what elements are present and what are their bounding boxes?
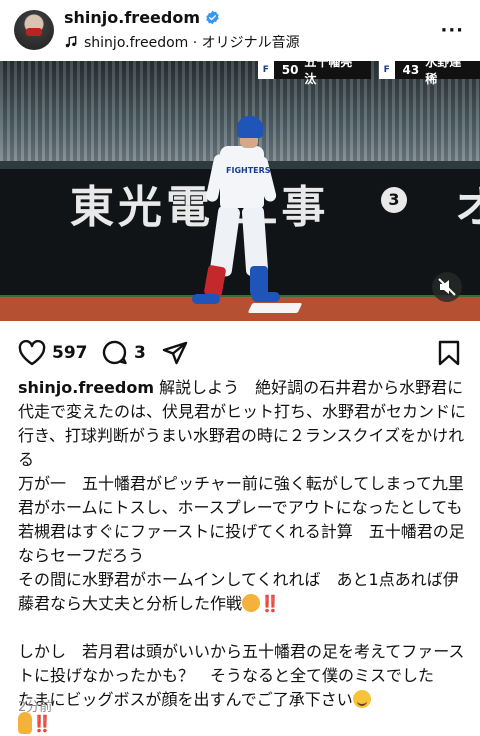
share-button[interactable] [162,341,188,365]
caption-paragraph-4: しかし 若月君は頭がいいから五十幡君の足を考えてファーストに投げなかったかも？ … [18,642,480,709]
comment-button[interactable]: 3 [102,340,146,366]
audio-source-label: shinjo.freedom · オリジナル音源 [84,35,300,51]
wall-advert-right: オ [455,182,480,233]
avatar[interactable] [14,10,54,50]
wall-number: 3 [381,187,407,213]
music-note-icon [65,35,77,48]
caption-paragraph-3: その間に水野君がホームインしてくれれば あと1点あれば伊藤君なら大丈夫と分析した… [18,570,459,613]
team-logo: F [378,61,395,79]
mute-toggle[interactable] [432,272,462,302]
baseball-player: FIGHTERS [192,116,282,316]
comment-count[interactable]: 3 [134,343,146,363]
grinning-face-emoji-icon [352,690,371,708]
fist-emoji-icon [242,594,261,612]
runner1-number: 50 [281,63,299,77]
batting-helmet [237,116,263,138]
post-header: shinjo.freedom shinjo.freedom · オリジナル音源 … [0,0,480,58]
video-player[interactable]: 東光電 工事 3 オ FIGHTERS F 50 五十幡亮汰 F 43 水野達稀 [0,61,480,321]
double-exclamation-emoji: ‼️ [32,714,52,733]
paper-plane-icon [162,341,188,365]
like-button[interactable]: 597 [18,340,88,366]
username[interactable]: shinjo.freedom [64,8,200,27]
caption-username[interactable]: shinjo.freedom [18,378,154,397]
caption-paragraph-2: 万が一 五十幡君がピッチャー前に強く転がしてしまって九里君がホームにトスし、ホー… [18,474,465,565]
username-row[interactable]: shinjo.freedom [64,8,220,27]
runner1-name: 五十幡亮汰 [304,61,353,86]
audio-source-row[interactable]: shinjo.freedom · オリジナル音源 [64,32,300,52]
like-count[interactable]: 597 [52,343,88,363]
post-action-bar: 597 3 [0,336,480,370]
comment-icon [102,340,127,365]
post-caption: shinjo.freedom 解説しよう 絶好調の石井君から水野君に代走で変えた… [18,376,480,736]
uniform-text: FIGHTERS [226,166,271,175]
double-exclamation-emoji: ‼️ [260,594,280,613]
bookmark-icon [438,340,460,366]
more-options-icon[interactable]: ··· [440,20,464,41]
runner2-number: 43 [402,63,420,77]
save-button[interactable] [438,340,460,366]
runner-scorebug: F 50 五十幡亮汰 F 43 水野達稀 [258,61,480,86]
post-timestamp: 2分前 [18,700,53,715]
heart-icon [18,340,46,366]
team-logo: F [258,61,274,79]
folded-hands-emoji-icon [18,712,32,734]
speaker-muted-icon [438,278,456,296]
runner2-name: 水野達稀 [425,61,462,86]
verified-badge-icon [206,10,219,25]
